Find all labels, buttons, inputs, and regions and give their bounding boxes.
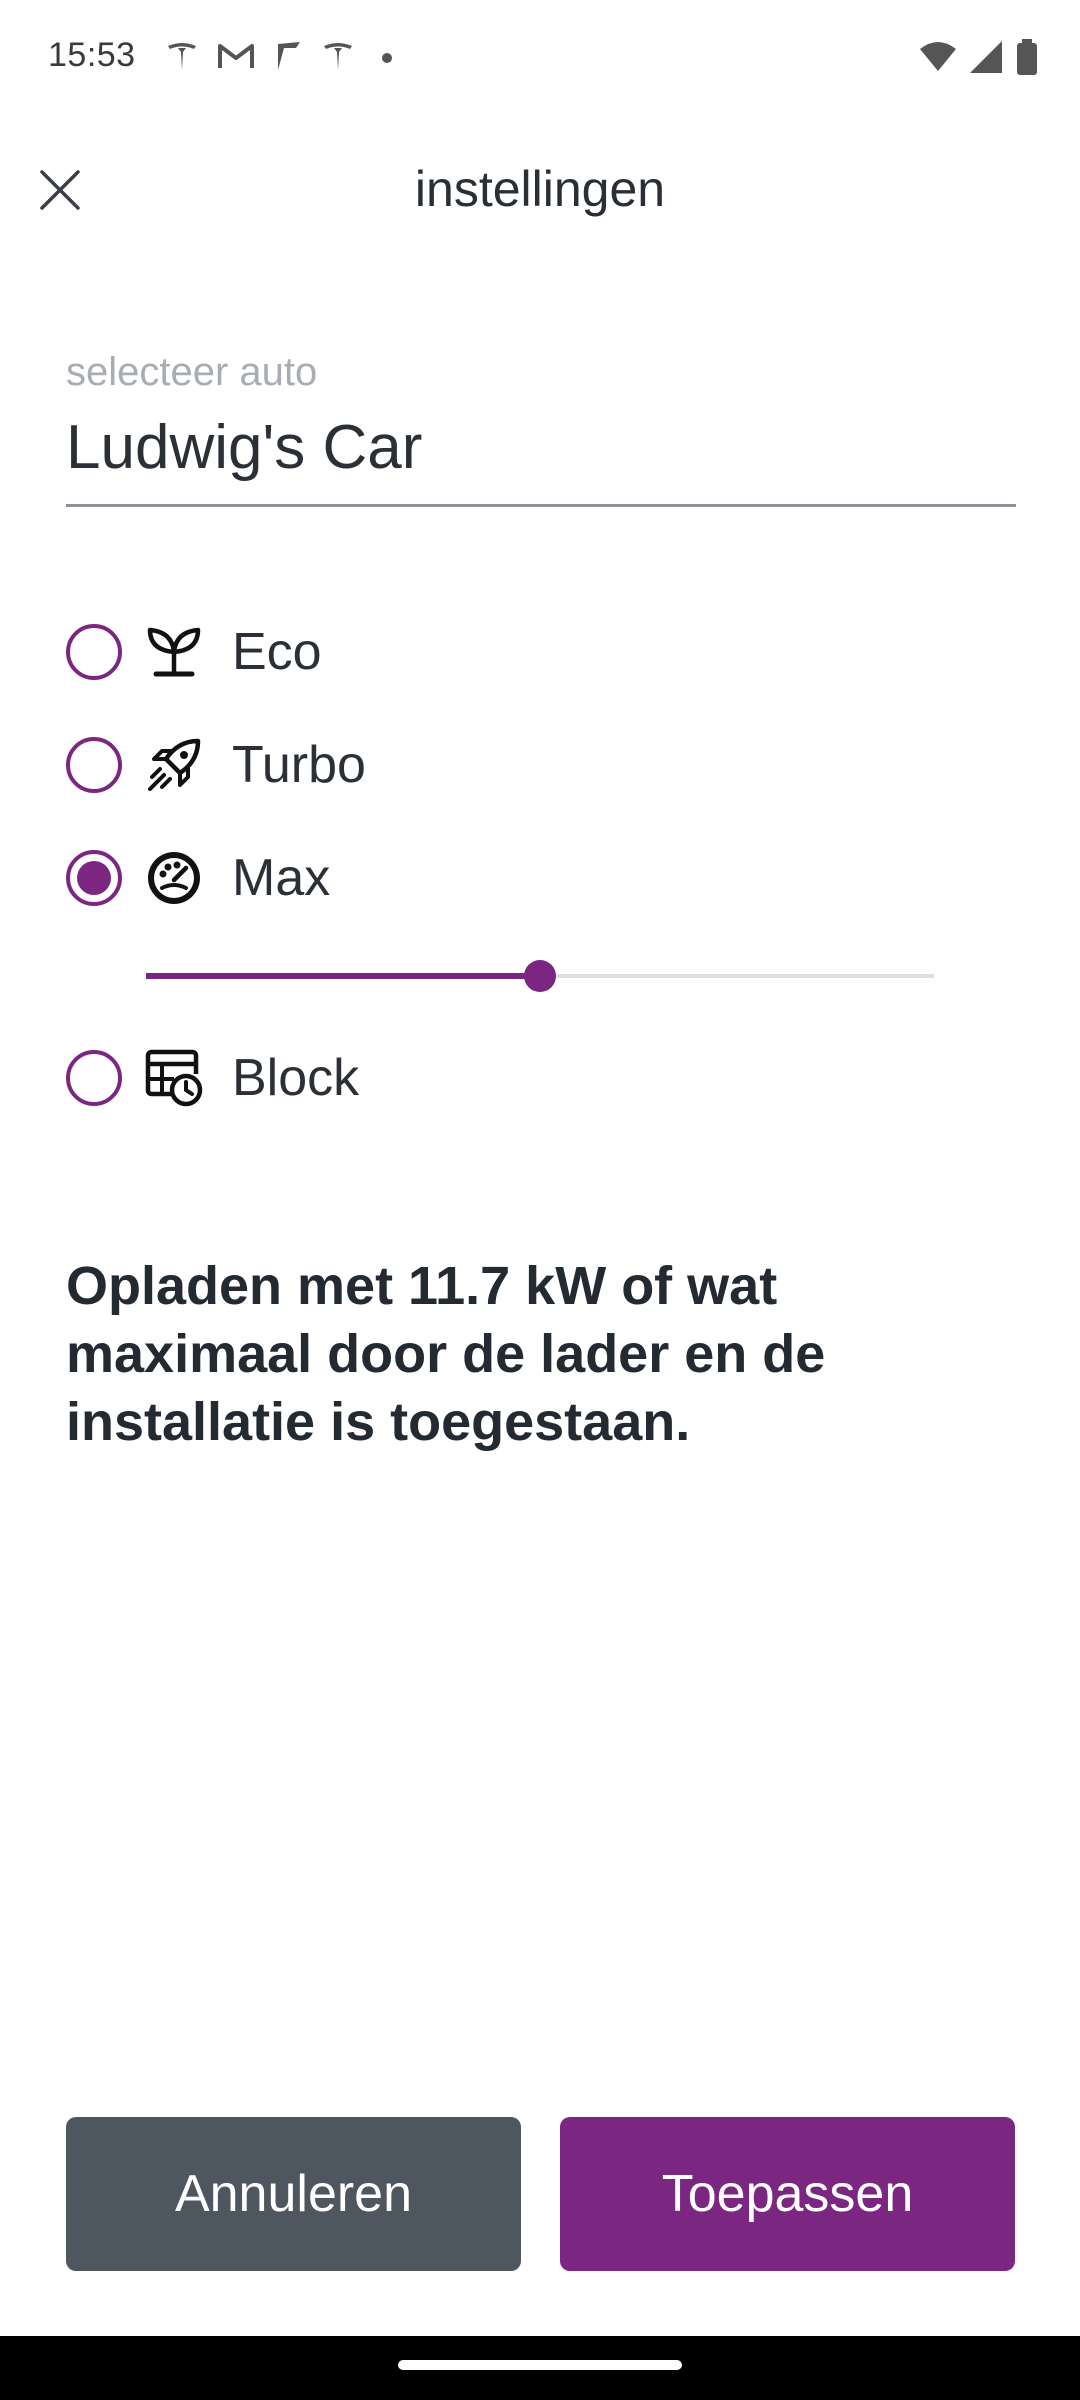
radio-block[interactable] (66, 1050, 122, 1106)
option-max[interactable]: Max (66, 846, 330, 910)
arrow-app-icon (278, 42, 300, 70)
wifi-icon (920, 42, 956, 71)
system-icons (918, 38, 1040, 76)
option-eco[interactable]: Eco (66, 620, 322, 684)
page-title: instellingen (414, 161, 666, 217)
cancel-button[interactable]: Annuleren (66, 2117, 521, 2271)
option-turbo[interactable]: Turbo (66, 733, 366, 797)
option-block[interactable]: Block (66, 1046, 359, 1110)
tesla-icon (324, 43, 352, 70)
slider-fill (146, 973, 540, 979)
option-turbo-label: Turbo (232, 736, 366, 794)
option-block-label: Block (232, 1049, 360, 1107)
option-max-label: Max (232, 849, 331, 907)
sprout-icon (144, 622, 204, 682)
gmail-icon (218, 44, 254, 68)
notification-icons (164, 38, 402, 74)
radio-turbo[interactable] (66, 737, 122, 793)
rocket-icon (144, 735, 204, 795)
home-indicator[interactable] (398, 2360, 682, 2370)
tesla-icon (168, 43, 196, 70)
car-select-label: selecteer auto (66, 350, 318, 394)
option-eco-label: Eco (232, 623, 322, 681)
radio-selected-dot (77, 861, 111, 895)
status-bar: 15:53 (0, 0, 1080, 120)
battery-icon (1017, 39, 1037, 75)
mode-description: Opladen met 11.7 kW of wat maximaal door… (66, 1256, 826, 1452)
field-underline (66, 504, 1016, 507)
radio-max[interactable] (66, 850, 122, 906)
radio-eco[interactable] (66, 624, 122, 680)
dot-icon (382, 53, 392, 63)
car-select-field[interactable]: selecteer auto Ludwig's Car (66, 350, 1016, 507)
apply-button[interactable]: Toepassen (560, 2117, 1015, 2271)
max-power-slider[interactable] (146, 956, 934, 996)
cellular-icon (970, 41, 1002, 73)
status-time: 15:53 (48, 36, 136, 74)
slider-thumb[interactable] (524, 960, 556, 992)
speedometer-face-icon (144, 848, 204, 908)
calendar-clock-icon (144, 1048, 204, 1108)
car-select-value[interactable]: Ludwig's Car (66, 413, 1016, 482)
